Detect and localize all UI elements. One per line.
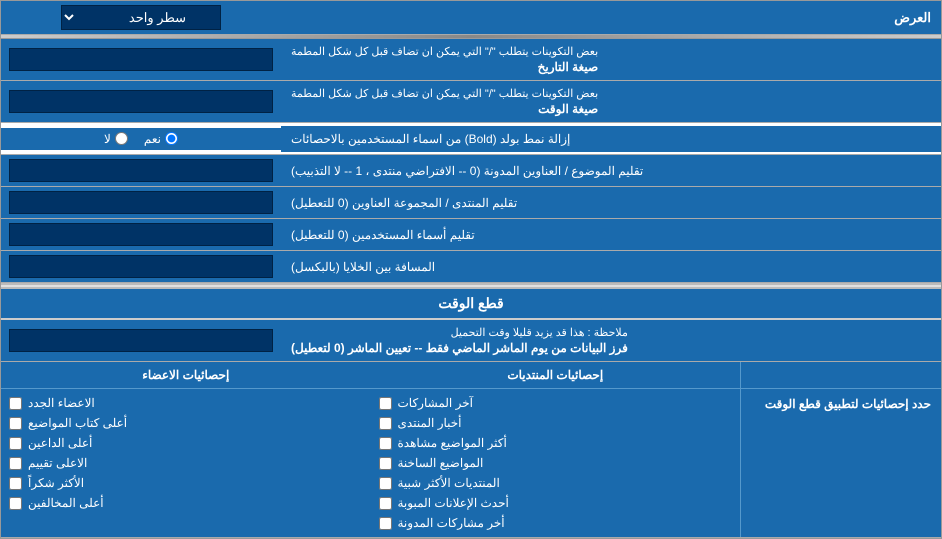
stat-check-col1-0[interactable] bbox=[379, 397, 392, 410]
cut-time-row: ملاحظة : هذا قد يزيد قليلا وقت التحميل ف… bbox=[1, 320, 941, 362]
forum-title-input[interactable]: 33 bbox=[9, 191, 273, 214]
topic-title-row: تقليم الموضوع / العناوين المدونة (0 -- ا… bbox=[1, 155, 941, 187]
stat-label-col1-3: المواضيع الساخنة bbox=[398, 456, 484, 470]
cut-time-input-container: 0 bbox=[1, 320, 281, 361]
bold-remove-no-label: لا bbox=[104, 132, 111, 146]
stat-check-col1-3[interactable] bbox=[379, 457, 392, 470]
forum-title-row: تقليم المنتدى / المجموعة العناوين (0 للت… bbox=[1, 187, 941, 219]
stat-item-col2-5: أعلى المخالفين bbox=[9, 493, 363, 513]
stat-item-col1-5: أحدث الإعلانات المبوبة bbox=[379, 493, 733, 513]
time-format-main: صيغة الوقت bbox=[291, 102, 598, 116]
bold-remove-no-radio[interactable] bbox=[115, 132, 128, 145]
stat-label-col2-4: الأكثر شكراً bbox=[28, 476, 84, 490]
stats-section: إحصائيات المنتديات إحصائيات الاعضاء حدد … bbox=[1, 362, 941, 538]
username-limit-label: تقليم أسماء المستخدمين (0 للتعطيل) bbox=[281, 219, 941, 250]
date-format-label: بعض التكوينات يتطلب "/" التي يمكن ان تضا… bbox=[281, 39, 941, 80]
stat-label-col1-5: أحدث الإعلانات المبوبة bbox=[398, 496, 509, 510]
stat-label-col2-1: أعلى كتاب المواضيع bbox=[28, 416, 127, 430]
bold-remove-no[interactable]: لا bbox=[104, 132, 128, 146]
cut-time-header: قطع الوقت bbox=[1, 289, 941, 320]
date-format-row: بعض التكوينات يتطلب "/" التي يمكن ان تضا… bbox=[1, 39, 941, 81]
cut-time-label: ملاحظة : هذا قد يزيد قليلا وقت التحميل ف… bbox=[281, 320, 941, 361]
stats-header-row: إحصائيات المنتديات إحصائيات الاعضاء bbox=[1, 362, 941, 389]
topic-title-input-container: 33 bbox=[1, 155, 281, 186]
stat-item-col1-3: المواضيع الساخنة bbox=[379, 453, 733, 473]
stat-label-col2-5: أعلى المخالفين bbox=[28, 496, 104, 510]
forum-title-label: تقليم المنتدى / المجموعة العناوين (0 للت… bbox=[281, 187, 941, 218]
time-format-label: بعض التكوينات يتطلب "/" التي يمكن ان تضا… bbox=[281, 81, 941, 122]
stat-item-col1-6: أخر مشاركات المدونة bbox=[379, 513, 733, 533]
stat-item-col2-0: الاعضاء الجدد bbox=[9, 393, 363, 413]
date-format-main: صيغة التاريخ bbox=[291, 60, 598, 74]
stat-check-col2-4[interactable] bbox=[9, 477, 22, 490]
date-format-sub: بعض التكوينات يتطلب "/" التي يمكن ان تضا… bbox=[291, 45, 598, 58]
stat-label-col1-6: أخر مشاركات المدونة bbox=[398, 516, 505, 530]
time-format-sub: بعض التكوينات يتطلب "/" التي يمكن ان تضا… bbox=[291, 87, 598, 100]
stat-label-col1-0: آخر المشاركات bbox=[398, 396, 473, 410]
display-row: العرض سطر واحد bbox=[1, 1, 941, 35]
cut-time-sub: ملاحظة : هذا قد يزيد قليلا وقت التحميل bbox=[291, 326, 628, 339]
time-format-input[interactable]: H:i bbox=[9, 90, 273, 113]
username-limit-input[interactable]: 0 bbox=[9, 223, 273, 246]
stat-label-col2-2: أعلى الداعين bbox=[28, 436, 92, 450]
stat-label-col1-2: أكثر المواضيع مشاهدة bbox=[398, 436, 507, 450]
topic-title-label: تقليم الموضوع / العناوين المدونة (0 -- ا… bbox=[281, 155, 941, 186]
time-format-input-container: H:i bbox=[1, 81, 281, 122]
stat-check-col2-3[interactable] bbox=[9, 457, 22, 470]
username-limit-input-container: 0 bbox=[1, 219, 281, 250]
stat-check-col1-6[interactable] bbox=[379, 517, 392, 530]
forum-title-input-container: 33 bbox=[1, 187, 281, 218]
stats-col1: آخر المشاركات أخبار المنتدى أكثر المواضي… bbox=[371, 389, 742, 537]
cell-gap-input[interactable]: 2 bbox=[9, 255, 273, 278]
stats-left-header bbox=[741, 362, 941, 388]
display-label: العرض bbox=[281, 4, 941, 32]
stat-item-col2-1: أعلى كتاب المواضيع bbox=[9, 413, 363, 433]
cell-gap-row: المسافة بين الخلايا (بالبكسل) 2 bbox=[1, 251, 941, 283]
time-format-row: بعض التكوينات يتطلب "/" التي يمكن ان تضا… bbox=[1, 81, 941, 123]
cell-gap-input-container: 2 bbox=[1, 251, 281, 282]
stats-col1-header: إحصائيات المنتديات bbox=[371, 362, 742, 388]
stat-item-col2-4: الأكثر شكراً bbox=[9, 473, 363, 493]
username-limit-row: تقليم أسماء المستخدمين (0 للتعطيل) 0 bbox=[1, 219, 941, 251]
stat-label-col2-3: الاعلى تقييم bbox=[28, 456, 87, 470]
stats-grid: حدد إحصائيات لتطبيق قطع الوقت آخر المشار… bbox=[1, 389, 941, 537]
stat-check-col1-1[interactable] bbox=[379, 417, 392, 430]
date-format-input[interactable]: d-m bbox=[9, 48, 273, 71]
stat-item-col2-2: أعلى الداعين bbox=[9, 433, 363, 453]
cell-gap-label: المسافة بين الخلايا (بالبكسل) bbox=[281, 251, 941, 282]
stat-check-col2-2[interactable] bbox=[9, 437, 22, 450]
stat-check-col1-2[interactable] bbox=[379, 437, 392, 450]
bold-remove-yes-label: نعم bbox=[144, 132, 161, 146]
stat-check-col2-1[interactable] bbox=[9, 417, 22, 430]
bold-remove-label: إزالة نمط بولد (Bold) من اسماء المستخدمي… bbox=[281, 126, 941, 152]
cut-time-input[interactable]: 0 bbox=[9, 329, 273, 352]
display-select-container: سطر واحد bbox=[1, 1, 281, 34]
stats-left-label: حدد إحصائيات لتطبيق قطع الوقت bbox=[741, 389, 941, 537]
stat-label-col2-0: الاعضاء الجدد bbox=[28, 396, 95, 410]
stat-check-col1-4[interactable] bbox=[379, 477, 392, 490]
stat-check-col2-0[interactable] bbox=[9, 397, 22, 410]
bold-remove-yes-radio[interactable] bbox=[165, 132, 178, 145]
bold-remove-yes[interactable]: نعم bbox=[144, 132, 178, 146]
stat-item-col2-3: الاعلى تقييم bbox=[9, 453, 363, 473]
stat-item-col1-4: المنتديات الأكثر شبية bbox=[379, 473, 733, 493]
topic-title-input[interactable]: 33 bbox=[9, 159, 273, 182]
bold-remove-row: إزالة نمط بولد (Bold) من اسماء المستخدمي… bbox=[1, 123, 941, 155]
stat-check-col1-5[interactable] bbox=[379, 497, 392, 510]
date-format-input-container: d-m bbox=[1, 39, 281, 80]
stat-item-col1-0: آخر المشاركات bbox=[379, 393, 733, 413]
stat-check-col2-5[interactable] bbox=[9, 497, 22, 510]
main-container: العرض سطر واحد بعض التكوينات يتطلب "/" ا… bbox=[0, 0, 942, 539]
stat-label-col1-1: أخبار المنتدى bbox=[398, 416, 462, 430]
stats-col2: الاعضاء الجدد أعلى كتاب المواضيع أعلى ال… bbox=[1, 389, 371, 537]
display-select[interactable]: سطر واحد bbox=[61, 5, 221, 30]
cut-time-main: فرز البيانات من يوم الماشر الماضي فقط --… bbox=[291, 341, 628, 355]
stat-item-col1-1: أخبار المنتدى bbox=[379, 413, 733, 433]
stats-col2-header: إحصائيات الاعضاء bbox=[1, 362, 371, 388]
stat-label-col1-4: المنتديات الأكثر شبية bbox=[398, 476, 500, 490]
bold-remove-options: نعم لا bbox=[1, 128, 281, 150]
stat-item-col1-2: أكثر المواضيع مشاهدة bbox=[379, 433, 733, 453]
